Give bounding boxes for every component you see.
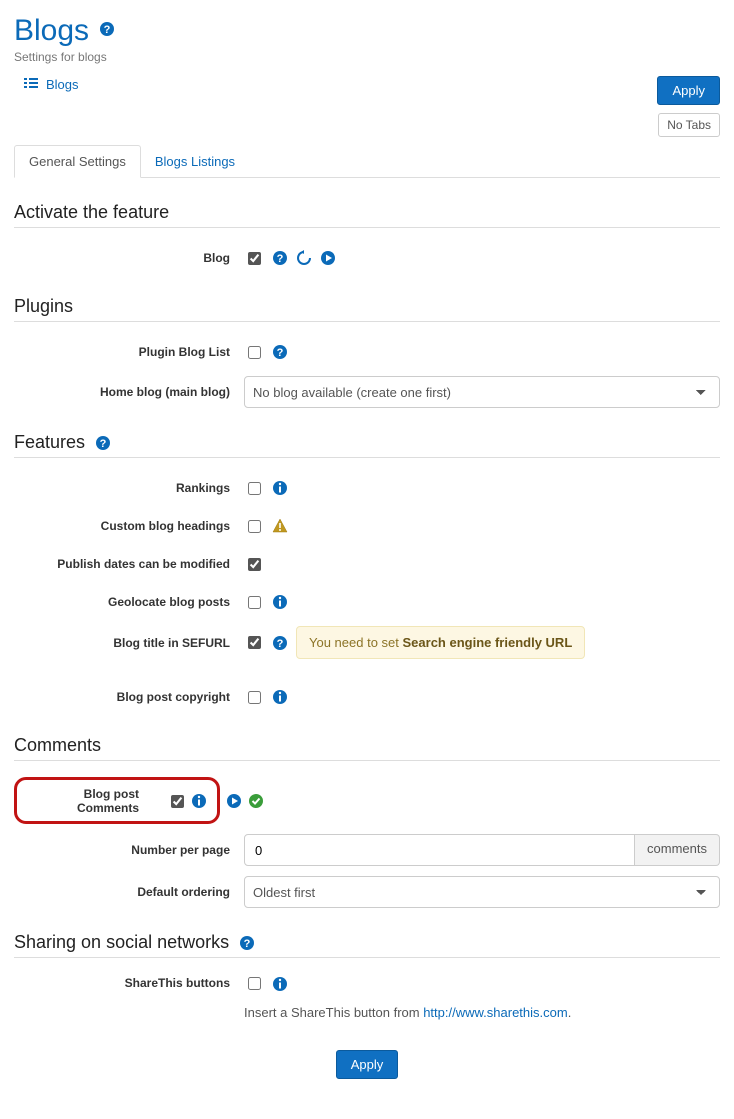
play-icon[interactable] bbox=[226, 793, 242, 809]
rankings-label: Rankings bbox=[14, 481, 244, 495]
list-icon bbox=[24, 76, 40, 92]
info-icon[interactable] bbox=[272, 689, 288, 705]
help-icon[interactable] bbox=[272, 635, 288, 651]
no-tabs-button[interactable]: No Tabs bbox=[658, 113, 720, 137]
geolocate-checkbox[interactable] bbox=[248, 596, 261, 609]
blog-label: Blog bbox=[14, 251, 244, 265]
sharethis-checkbox[interactable] bbox=[248, 977, 261, 990]
sharethis-link[interactable]: http://www.sharethis.com bbox=[423, 1005, 568, 1020]
default-ordering-select[interactable]: Oldest first bbox=[244, 876, 720, 908]
home-blog-label: Home blog (main blog) bbox=[14, 385, 244, 399]
sharethis-help: Insert a ShareThis button from http://ww… bbox=[244, 1005, 571, 1020]
sefurl-label: Blog title in SEFURL bbox=[14, 636, 244, 650]
check-icon[interactable] bbox=[248, 793, 264, 809]
copyright-checkbox[interactable] bbox=[248, 691, 261, 704]
publish-dates-label: Publish dates can be modified bbox=[14, 557, 244, 571]
custom-headings-checkbox[interactable] bbox=[248, 520, 261, 533]
info-icon[interactable] bbox=[191, 793, 207, 809]
page-title: Blogs bbox=[14, 14, 89, 48]
info-icon[interactable] bbox=[272, 594, 288, 610]
copyright-label: Blog post copyright bbox=[14, 690, 244, 704]
section-sharing: Sharing on social networks bbox=[14, 932, 720, 958]
section-activate: Activate the feature bbox=[14, 202, 720, 228]
breadcrumb[interactable]: Blogs bbox=[24, 76, 79, 92]
tab-general-settings[interactable]: General Settings bbox=[14, 145, 141, 178]
blog-post-comments-checkbox[interactable] bbox=[171, 795, 184, 808]
number-per-page-label: Number per page bbox=[14, 843, 244, 857]
plugin-blog-list-label: Plugin Blog List bbox=[14, 345, 244, 359]
apply-button-bottom[interactable]: Apply bbox=[336, 1050, 399, 1079]
page-subtitle: Settings for blogs bbox=[14, 50, 720, 64]
help-icon[interactable] bbox=[272, 250, 288, 266]
blog-post-comments-label: Blog post Comments bbox=[23, 787, 153, 815]
sharethis-label: ShareThis buttons bbox=[14, 974, 244, 990]
info-icon[interactable] bbox=[272, 976, 288, 992]
publish-dates-checkbox[interactable] bbox=[248, 558, 261, 571]
reset-icon[interactable] bbox=[296, 250, 312, 266]
rankings-checkbox[interactable] bbox=[248, 482, 261, 495]
section-plugins: Plugins bbox=[14, 296, 720, 322]
apply-button[interactable]: Apply bbox=[657, 76, 720, 105]
section-features: Features bbox=[14, 432, 720, 458]
default-ordering-label: Default ordering bbox=[14, 885, 244, 899]
breadcrumb-label: Blogs bbox=[46, 77, 79, 92]
tabs: General Settings Blogs Listings bbox=[14, 145, 720, 178]
help-icon[interactable] bbox=[95, 435, 111, 451]
comments-addon: comments bbox=[635, 834, 720, 866]
sefurl-warning: You need to set Search engine friendly U… bbox=[296, 626, 585, 659]
play-icon[interactable] bbox=[320, 250, 336, 266]
sefurl-checkbox[interactable] bbox=[248, 636, 261, 649]
highlight-marker: Blog post Comments bbox=[14, 777, 220, 824]
help-icon[interactable] bbox=[272, 344, 288, 360]
blog-checkbox[interactable] bbox=[248, 252, 261, 265]
section-comments: Comments bbox=[14, 735, 720, 761]
plugin-blog-list-checkbox[interactable] bbox=[248, 346, 261, 359]
home-blog-select[interactable]: No blog available (create one first) bbox=[244, 376, 720, 408]
number-per-page-input[interactable] bbox=[244, 834, 635, 866]
help-icon[interactable] bbox=[99, 21, 115, 37]
info-icon[interactable] bbox=[272, 480, 288, 496]
custom-headings-label: Custom blog headings bbox=[14, 519, 244, 533]
tab-blogs-listings[interactable]: Blogs Listings bbox=[141, 146, 249, 177]
help-icon[interactable] bbox=[239, 935, 255, 951]
warning-icon[interactable] bbox=[272, 518, 288, 534]
geolocate-label: Geolocate blog posts bbox=[14, 595, 244, 609]
